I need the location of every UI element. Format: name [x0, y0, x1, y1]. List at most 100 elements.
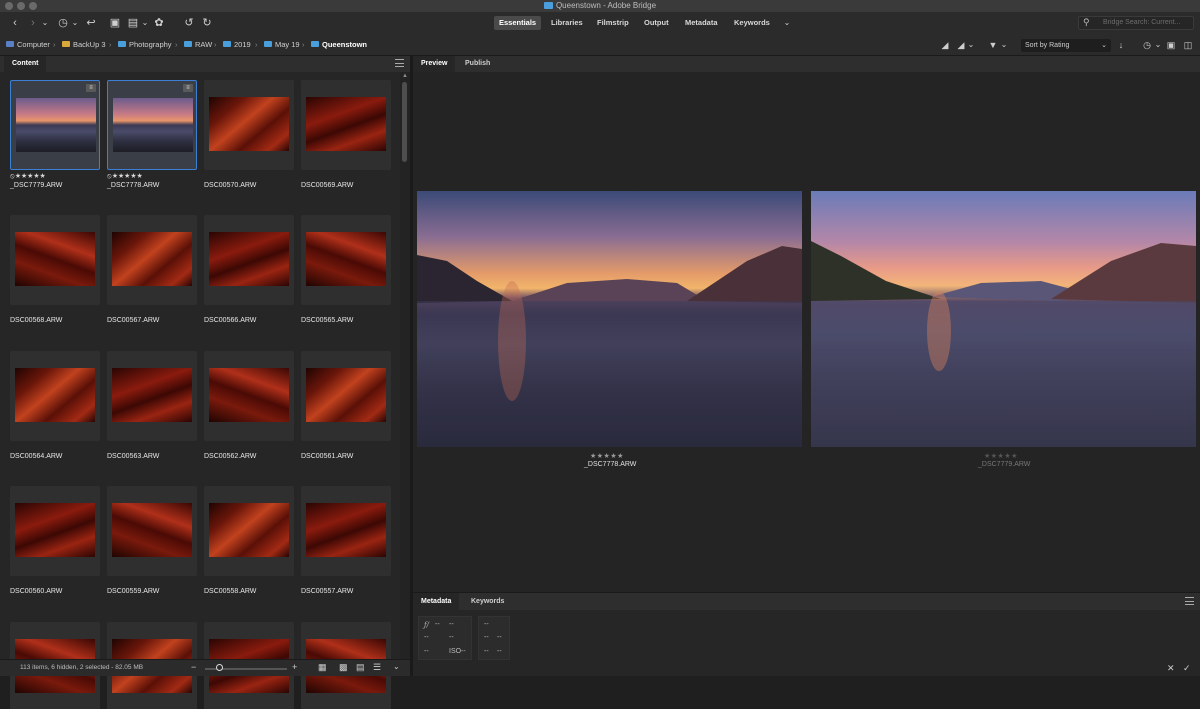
chevron-down-icon[interactable]: ⌄ — [964, 38, 978, 52]
thumbnail-cell[interactable]: ≡ — [10, 80, 100, 170]
thumbnail-image[interactable] — [209, 503, 289, 557]
quality-icon[interactable]: ◢ — [938, 38, 952, 52]
chevron-down-icon[interactable]: ⌄ — [138, 16, 152, 30]
trash-icon[interactable]: ◫ — [1181, 38, 1195, 52]
content-panel: Content ≡ ⦸★★★★★ _DSC7779.ARW ≡ ⦸★★★★★ _DSC77… — [0, 56, 410, 709]
thumbnail-image[interactable] — [112, 232, 192, 286]
breadcrumb-backup3[interactable]: BackUp 3 — [62, 40, 106, 49]
slider-knob[interactable] — [216, 664, 223, 671]
thumbnail-cell[interactable] — [10, 486, 100, 576]
breadcrumb-separator: › — [109, 40, 112, 49]
chevron-down-icon[interactable]: ⌄ — [393, 662, 400, 671]
breadcrumb-separator: › — [53, 40, 56, 49]
tab-keywords[interactable]: Keywords — [463, 593, 512, 610]
rotate-left-icon[interactable]: ↺ — [182, 16, 196, 30]
thumbnail-cell[interactable] — [301, 351, 391, 441]
thumbnail-image[interactable] — [209, 97, 289, 151]
workspace-tab-metadata[interactable]: Metadata — [680, 16, 723, 30]
zoom-in-icon[interactable]: + — [292, 662, 297, 672]
tab-metadata[interactable]: Metadata — [413, 593, 460, 610]
thumbnail-rating[interactable]: ⦸★★★★★ — [107, 173, 143, 181]
thumbnail-image[interactable] — [306, 503, 386, 557]
tab-publish[interactable]: Publish — [457, 56, 498, 72]
breadcrumb-raw[interactable]: RAW — [184, 40, 212, 49]
grid-lock-icon[interactable]: ▦ — [318, 662, 327, 673]
breadcrumb-2019[interactable]: 2019 — [223, 40, 251, 49]
thumbnail-cell[interactable]: ≡ — [107, 80, 197, 170]
folder-icon — [223, 41, 231, 47]
thumbnail-cell[interactable] — [204, 80, 294, 170]
breadcrumb-photography[interactable]: Photography — [118, 40, 172, 49]
workspace-tab-essentials[interactable]: Essentials — [494, 16, 542, 30]
chevron-down-icon[interactable]: ⌄ — [997, 38, 1011, 52]
sort-direction-icon[interactable]: ↓ — [1114, 38, 1128, 52]
view-thumbnails-icon[interactable]: ▩ — [339, 662, 348, 673]
panel-menu-icon[interactable] — [395, 59, 404, 67]
new-folder-icon[interactable]: ▣ — [1164, 38, 1178, 52]
breadcrumb-computer[interactable]: Computer — [6, 40, 50, 49]
workspace-tab-keywords[interactable]: Keywords — [729, 16, 775, 30]
workspace-tab-output[interactable]: Output — [639, 16, 674, 30]
thumbnail-image[interactable] — [15, 503, 95, 557]
thumbnail-image[interactable] — [15, 232, 95, 286]
view-list-icon[interactable]: ☰ — [373, 662, 381, 673]
thumbnail-image[interactable] — [16, 98, 96, 152]
thumbnail-cell[interactable] — [10, 215, 100, 305]
return-icon[interactable]: ↩ — [84, 16, 98, 30]
thumbnail-cell[interactable] — [301, 486, 391, 576]
preview-image[interactable] — [811, 191, 1196, 447]
thumbnail-image[interactable] — [112, 368, 192, 422]
workspace-tab-libraries[interactable]: Libraries — [546, 16, 588, 30]
thumbnail-cell[interactable] — [301, 80, 391, 170]
scroll-up-icon[interactable]: ▲ — [402, 73, 408, 79]
sort-select[interactable]: Sort by Rating ⌄ — [1021, 39, 1111, 52]
scroll-thumb[interactable] — [402, 82, 407, 162]
thumbnail-rating[interactable]: ⦸★★★★★ — [10, 173, 46, 181]
thumbnail-image[interactable] — [306, 97, 386, 151]
thumbnail-cell[interactable] — [204, 486, 294, 576]
tab-preview[interactable]: Preview — [413, 56, 456, 72]
chevron-down-icon[interactable]: ⌄ — [38, 16, 52, 30]
thumbnail-grid: ≡ ⦸★★★★★ _DSC7779.ARW ≡ ⦸★★★★★ _DSC7778.ARW DS… — [0, 72, 400, 709]
search-input[interactable]: Bridge Search: Current... — [1078, 16, 1194, 30]
thumbnail-image[interactable] — [209, 368, 289, 422]
breadcrumb: Computer › BackUp 3 › Photography › RAW … — [0, 34, 1200, 56]
preview-image[interactable] — [417, 191, 802, 447]
workspace-tab-filmstrip[interactable]: Filmstrip — [592, 16, 634, 30]
breadcrumb-queenstown[interactable]: Queenstown — [311, 40, 367, 49]
view-details-icon[interactable]: ▤ — [356, 662, 365, 673]
panel-menu-icon[interactable] — [1185, 597, 1194, 605]
thumbnail-filename: DSC00559.ARW — [107, 588, 160, 595]
thumbnail-image[interactable] — [209, 232, 289, 286]
rotate-right-icon[interactable]: ↻ — [200, 16, 214, 30]
breadcrumb-may19[interactable]: May 19 — [264, 40, 300, 49]
back-icon[interactable]: ‹ — [8, 16, 22, 30]
content-scrollbar[interactable]: ▲ — [400, 72, 410, 659]
thumbnail-cell[interactable] — [10, 351, 100, 441]
thumbnail-filename: DSC00564.ARW — [10, 453, 63, 460]
open-in-camera-raw-icon[interactable]: ✿ — [152, 16, 166, 30]
apply-icon[interactable]: ✓ — [1183, 663, 1191, 674]
thumbnail-image[interactable] — [306, 232, 386, 286]
thumbnail-image[interactable] — [15, 368, 95, 422]
zoom-out-icon[interactable]: − — [191, 662, 196, 672]
thumbnail-cell[interactable] — [204, 351, 294, 441]
tab-content[interactable]: Content — [4, 56, 47, 72]
chevron-down-icon[interactable]: ⌄ — [1151, 38, 1165, 52]
camera-import-icon[interactable]: ▣ — [108, 16, 122, 30]
chevron-down-icon[interactable]: ⌄ — [68, 16, 82, 30]
thumbnail-cell[interactable] — [107, 486, 197, 576]
thumbnail-image[interactable] — [113, 98, 193, 152]
thumbnail-cell[interactable] — [107, 351, 197, 441]
thumbnail-image[interactable] — [112, 503, 192, 557]
preview-rating[interactable]: ★★★★★ — [590, 452, 624, 460]
folder-icon — [543, 2, 553, 9]
workspace-menu-chevron-icon[interactable]: ⌄ — [780, 16, 794, 30]
thumbnail-cell[interactable] — [107, 215, 197, 305]
thumbnail-cell[interactable] — [204, 215, 294, 305]
thumbnail-cell[interactable] — [301, 215, 391, 305]
thumbnail-image[interactable] — [306, 368, 386, 422]
thumbnail-filename: DSC00560.ARW — [10, 588, 63, 595]
reject-icon[interactable]: ✕ — [1167, 663, 1175, 674]
preview-rating[interactable]: ★★★★★ — [984, 452, 1018, 460]
